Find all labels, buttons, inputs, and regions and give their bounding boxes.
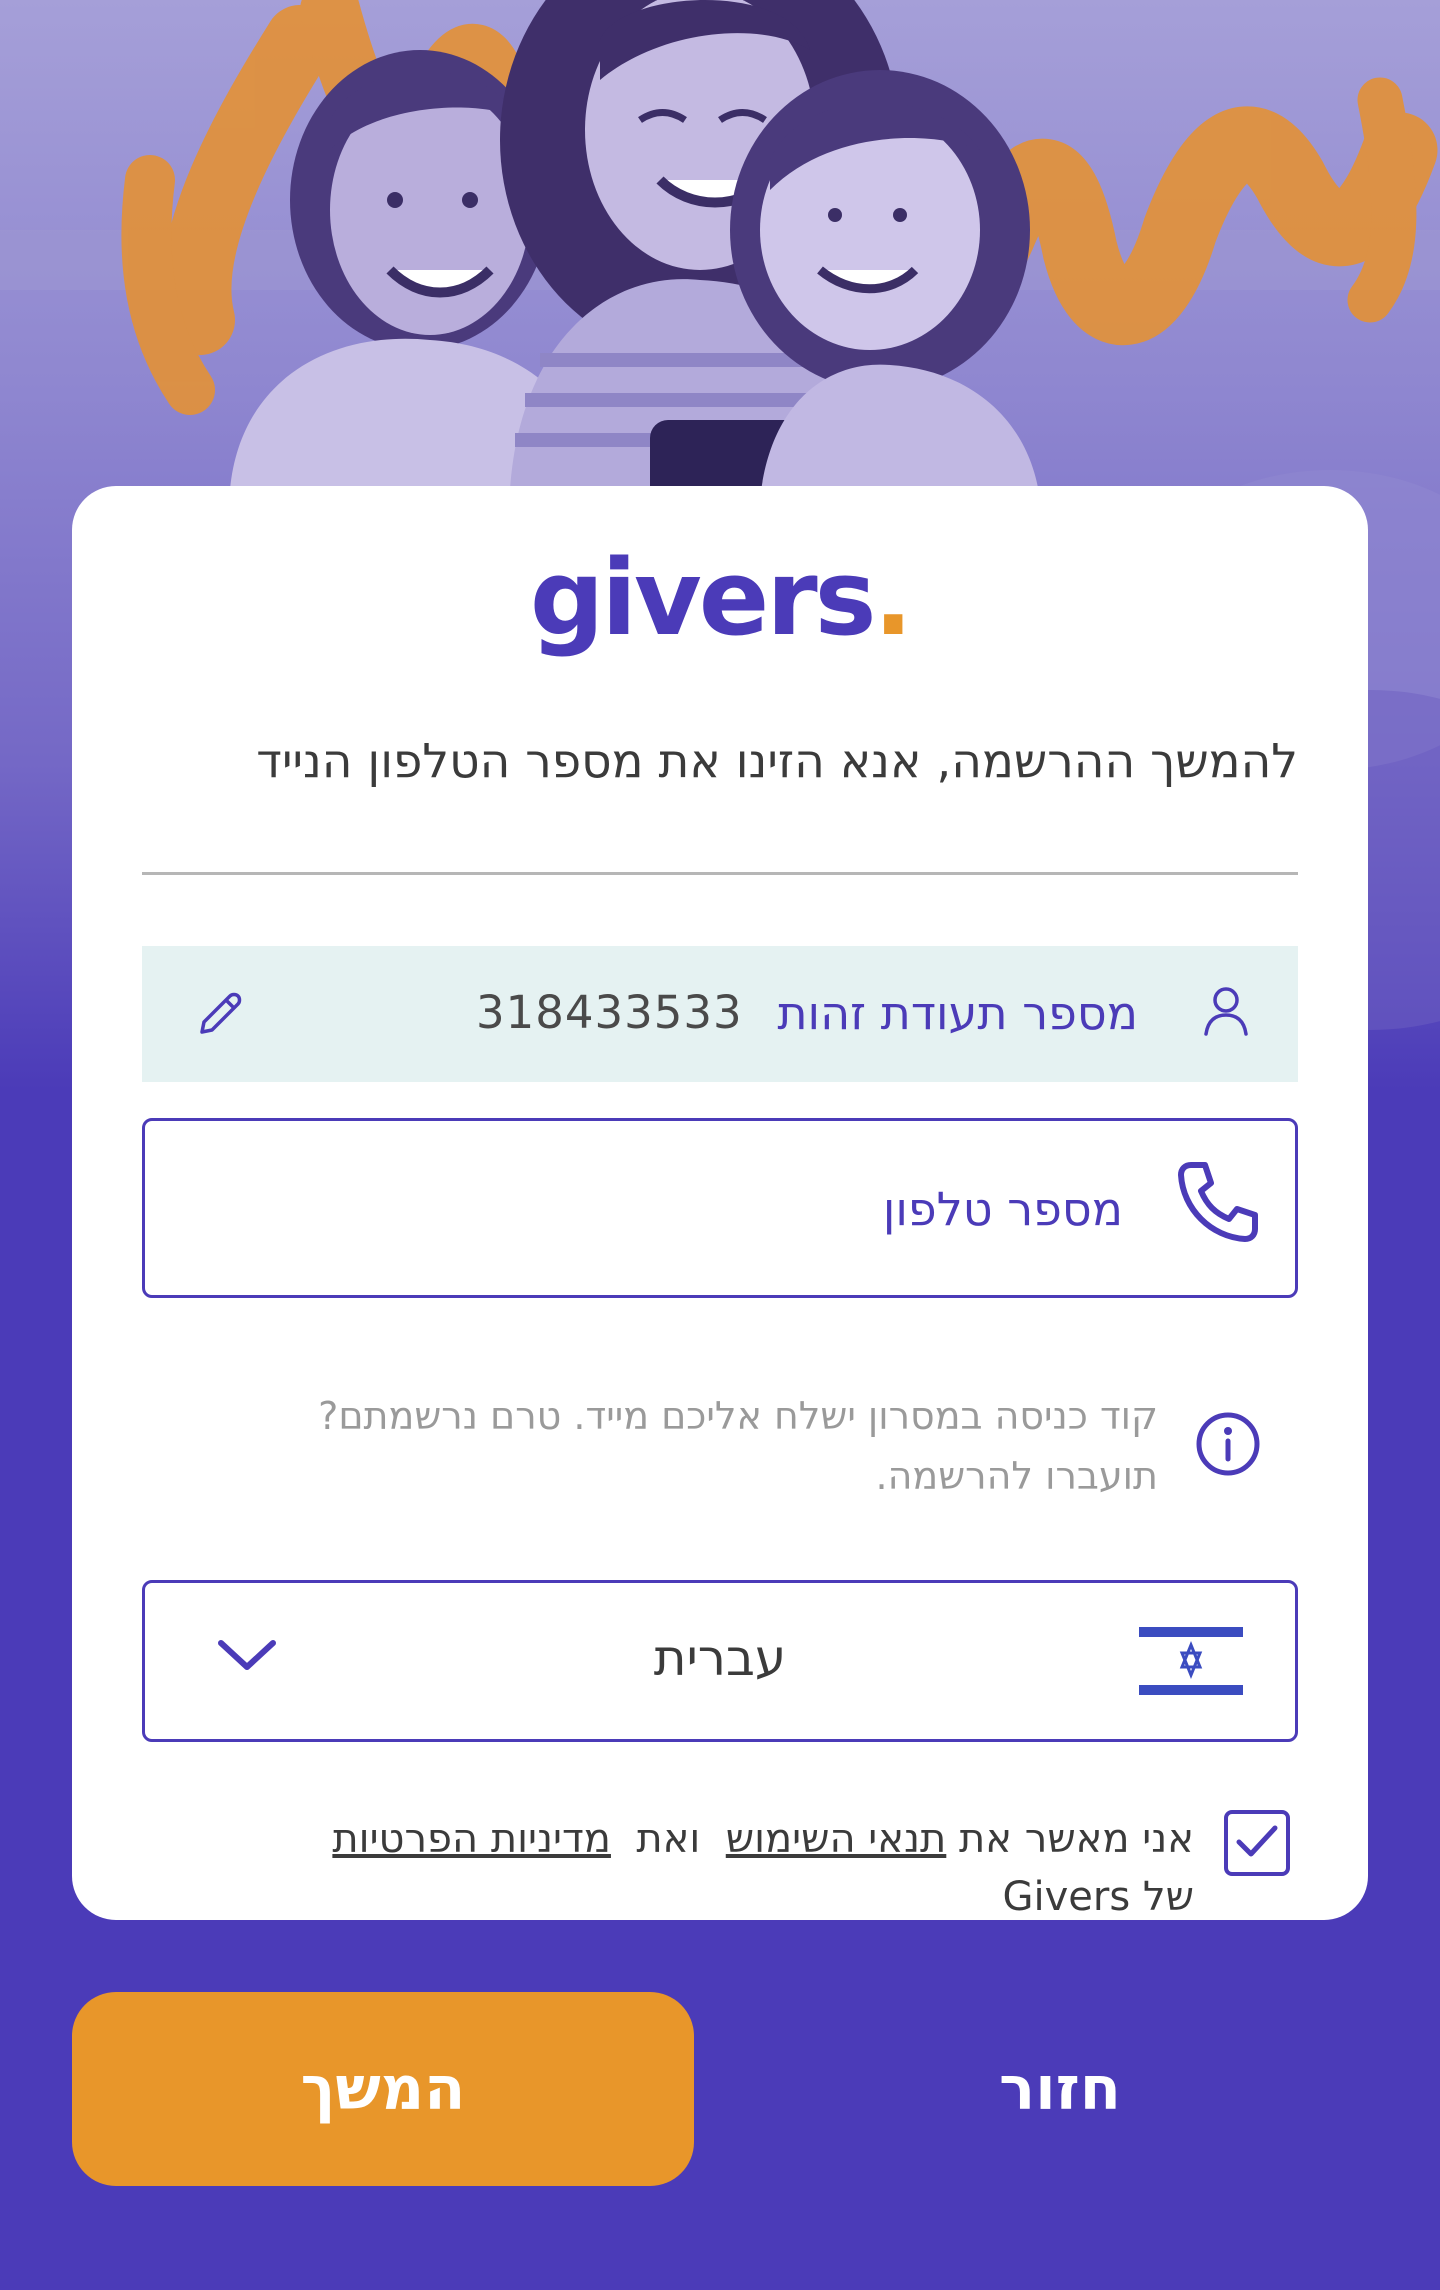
login-card: givers. להמשך ההרשמה, אנא הזינו את מספר … — [72, 486, 1368, 1920]
info-message: קוד כניסה במסרון ישלח אליכם מייד. טרם נר… — [142, 1386, 1298, 1506]
terms-suffix: של Givers — [1002, 1874, 1194, 1920]
terms-middle: ואת — [636, 1816, 701, 1862]
continue-button[interactable]: המשך — [72, 1992, 694, 2186]
terms-checkbox[interactable] — [1224, 1810, 1290, 1876]
language-value: עברית — [653, 1629, 787, 1687]
check-icon — [1236, 1825, 1278, 1857]
chevron-down-icon — [215, 1635, 279, 1679]
info-icon — [1194, 1410, 1262, 1482]
id-number-label: מספר תעודת זהות — [777, 986, 1138, 1040]
back-button[interactable]: חזור — [880, 1992, 1240, 2186]
language-select[interactable]: עברית — [142, 1580, 1298, 1742]
terms-of-use-link[interactable]: תנאי השימוש — [726, 1816, 947, 1862]
instruction-text: להמשך ההרשמה, אנא הזינו את מספר הטלפון ה… — [256, 734, 1298, 789]
pencil-icon[interactable] — [194, 988, 246, 1044]
terms-agreement: אני מאשר את תנאי השימוש ואת מדיניות הפרט… — [142, 1810, 1298, 1920]
logo-text: givers — [529, 537, 877, 659]
phone-icon — [1173, 1157, 1261, 1249]
terms-prefix: אני מאשר את — [959, 1816, 1194, 1862]
terms-text: אני מאשר את תנאי השימוש ואת מדיניות הפרט… — [274, 1810, 1194, 1926]
divider — [142, 872, 1298, 875]
privacy-policy-link[interactable]: מדיניות הפרטיות — [332, 1816, 611, 1862]
logo-dot: . — [873, 537, 913, 659]
givers-logo: givers. — [72, 546, 1368, 650]
id-number-value: 318433533 — [476, 986, 743, 1039]
info-text: קוד כניסה במסרון ישלח אליכם מייד. טרם נר… — [318, 1394, 1158, 1498]
id-number-row: מספר תעודת זהות 318433533 — [142, 946, 1298, 1082]
phone-field[interactable] — [142, 1118, 1298, 1298]
user-icon — [1202, 984, 1250, 1044]
phone-input[interactable] — [221, 1163, 1125, 1255]
